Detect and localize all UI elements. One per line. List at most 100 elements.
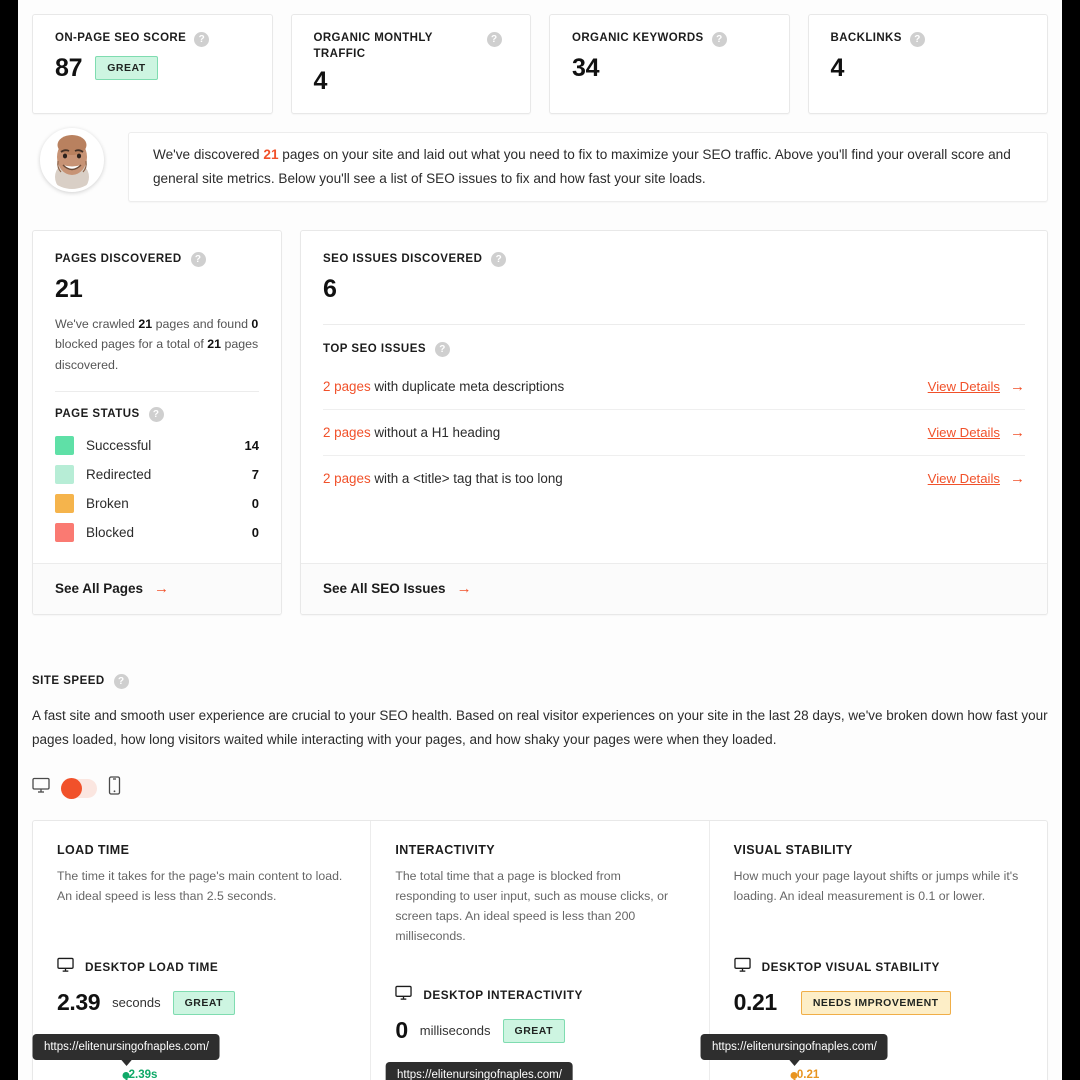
crawl-blocked-count: 0: [251, 317, 259, 331]
page-status-title-row: PAGE STATUS ?: [55, 406, 259, 423]
pages-count: 21: [55, 275, 83, 303]
metric-value: 2.39: [57, 989, 101, 1016]
site-speed-title-row: SITE SPEED ?: [32, 673, 1048, 690]
metric-label: DESKTOP VISUAL STABILITY: [761, 959, 940, 974]
help-icon[interactable]: ?: [148, 407, 164, 423]
see-all-issues-label: See All SEO Issues: [323, 581, 446, 597]
marker-label: 0.21: [796, 1069, 820, 1080]
desktop-icon[interactable]: [32, 777, 50, 799]
pages-discovered-panel: PAGES DISCOVERED ? 21 We've crawled 21 p…: [32, 230, 282, 616]
kpi-header: ORGANIC KEYWORDS ?: [572, 31, 771, 47]
view-details-link[interactable]: View Details →: [928, 471, 1025, 486]
card-title: INTERACTIVITY: [395, 843, 495, 858]
mobile-icon[interactable]: [108, 776, 121, 800]
view-details-label: View Details: [927, 471, 1000, 486]
device-toggle-switch[interactable]: [61, 777, 97, 799]
kpi-header: ON-PAGE SEO SCORE ?: [55, 31, 254, 47]
card-description: The time it takes for the page's main co…: [57, 869, 343, 904]
view-details-link[interactable]: View Details →: [928, 379, 1025, 394]
status-badge: GREAT: [95, 56, 158, 81]
page-status-title: PAGE STATUS: [55, 407, 140, 420]
see-all-pages-label: See All Pages: [55, 581, 144, 597]
card-title: LOAD TIME: [57, 843, 130, 858]
kpi-title: ON-PAGE SEO SCORE: [55, 32, 187, 44]
status-swatch-blocked: [55, 523, 74, 543]
help-icon[interactable]: ?: [113, 674, 129, 690]
issues-panel-body: SEO ISSUES DISCOVERED ? 6 TOP SEO ISSUES…: [301, 231, 1047, 563]
message-bubble: We've discovered 21 pages on your site a…: [128, 132, 1048, 202]
help-icon[interactable]: ?: [194, 32, 210, 47]
panels-row: PAGES DISCOVERED ? 21 We've crawled 21 p…: [32, 230, 1048, 616]
help-icon[interactable]: ?: [435, 342, 451, 357]
status-label: Redirected: [86, 467, 152, 483]
pages-panel-body: PAGES DISCOVERED ? 21 We've crawled 21 p…: [33, 231, 281, 563]
metric-label-row: DESKTOP LOAD TIME: [57, 957, 346, 976]
pages-panel-footer: See All Pages →: [33, 563, 281, 615]
toggle-knob: [61, 777, 82, 799]
status-count: 0: [251, 496, 259, 512]
table-row: 2 pages without a H1 heading View Detail…: [323, 410, 1025, 456]
help-icon[interactable]: ?: [909, 32, 925, 47]
site-speed-section: SITE SPEED ? A fast site and smooth user…: [32, 673, 1048, 800]
help-icon[interactable]: ?: [190, 252, 206, 267]
device-toggle-row: [32, 776, 1048, 800]
kpi-card-seo-score: ON-PAGE SEO SCORE ? 87 GREAT: [32, 14, 273, 114]
issue-count: 2 pages: [323, 425, 371, 440]
crawl-crawled-count: 21: [138, 317, 153, 331]
issues-panel-title: SEO ISSUES DISCOVERED: [323, 252, 483, 265]
status-label: Blocked: [86, 525, 135, 541]
metric-label: DESKTOP INTERACTIVITY: [423, 987, 583, 1002]
arrow-right-icon: →: [1010, 470, 1025, 487]
help-icon[interactable]: ?: [711, 32, 727, 47]
kpi-value: 87: [55, 53, 83, 82]
arrow-right-icon: →: [1010, 424, 1025, 441]
kpi-header: ORGANIC MONTHLY TRAFFIC ?: [314, 31, 513, 62]
top-issues-title: TOP SEO ISSUES: [323, 342, 427, 355]
metric-unit: milliseconds: [419, 1023, 491, 1039]
list-item: Successful 14: [55, 431, 259, 460]
gauge-tooltip: https://elitenursingofnaples.com/: [385, 1062, 573, 1080]
avatar: [40, 128, 104, 192]
message-part2: pages on your site and laid out what you…: [153, 146, 1011, 186]
metric-value: 0.21: [733, 989, 778, 1016]
view-details-link[interactable]: View Details →: [928, 425, 1025, 440]
list-item: Redirected 7: [55, 460, 259, 489]
table-row: 2 pages with a <title> tag that is too l…: [323, 456, 1025, 501]
divider: [55, 391, 259, 393]
seo-dashboard-page: ON-PAGE SEO SCORE ? 87 GREAT ORGANIC MON…: [18, 0, 1062, 1080]
crawl-mid1: pages and found: [152, 317, 252, 331]
gauge-tooltip: https://elitenursingofnaples.com/: [700, 1034, 888, 1067]
metric-value-row: 0.21 NEEDS IMPROVEMENT: [734, 989, 1023, 1016]
kpi-header: BACKLINKS ?: [831, 31, 1030, 47]
message-text: We've discovered 21 pages on your site a…: [153, 143, 1023, 191]
gauge-visual-stability: https://elitenursingofnaples.com/ 0.21 0…: [700, 1034, 1023, 1080]
status-count: 14: [244, 438, 259, 454]
table-row: 2 pages with duplicate meta descriptions…: [323, 364, 1025, 410]
gauge-marker: 0.21: [790, 1069, 819, 1080]
top-issues-title-row: TOP SEO ISSUES ?: [323, 341, 1025, 357]
kpi-value-row: 87 GREAT: [55, 54, 254, 83]
help-icon[interactable]: ?: [491, 252, 507, 267]
list-item: Blocked 0: [55, 518, 259, 547]
intro-message: We've discovered 21 pages on your site a…: [32, 128, 1048, 202]
see-all-seo-issues-link[interactable]: See All SEO Issues →: [323, 581, 472, 596]
card-description: How much your page layout shifts or jump…: [733, 869, 1019, 904]
gauge-tooltip: https://elitenursingofnaples.com/: [32, 1034, 220, 1067]
gauge-marker: 2.39s: [122, 1069, 157, 1080]
status-label: Broken: [86, 496, 129, 512]
issue-description: with duplicate meta descriptions: [370, 379, 565, 394]
gauge-load-time: https://elitenursingofnaples.com/ 2.39s …: [32, 1034, 346, 1080]
kpi-card-backlinks: BACKLINKS ? 4: [807, 14, 1048, 114]
help-icon[interactable]: ?: [486, 32, 502, 47]
gauge-interactivity: https://elitenursingofnaples.com/ 0ms 0m…: [385, 1062, 684, 1080]
page-status-list: Successful 14 Redirected 7 Broken 0 Bloc…: [55, 431, 259, 547]
crawl-total-count: 21: [207, 337, 222, 352]
view-details-label: View Details: [927, 425, 1000, 440]
metric-label: DESKTOP LOAD TIME: [85, 959, 219, 974]
kpi-value-row: 34: [572, 54, 771, 83]
see-all-pages-link[interactable]: See All Pages →: [55, 581, 169, 596]
kpi-title: ORGANIC MONTHLY TRAFFIC: [313, 32, 433, 60]
kpi-value: 4: [313, 67, 328, 96]
issue-text: 2 pages with duplicate meta descriptions: [323, 379, 564, 394]
kpi-value-row: 4: [831, 54, 1030, 83]
